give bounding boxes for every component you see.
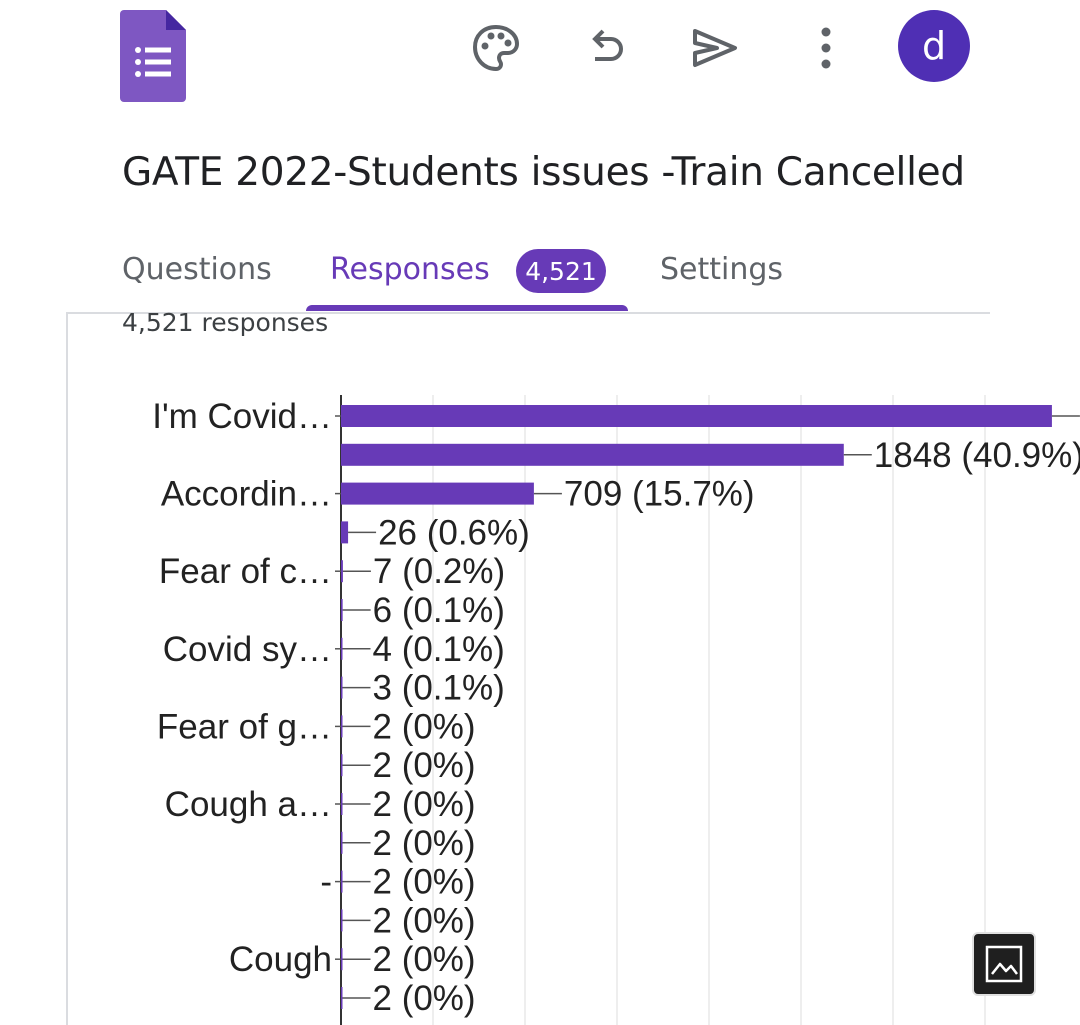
chart-data-label: 4 (0.1%)	[373, 630, 505, 669]
chart-data-label: 7 (0.2%)	[373, 552, 505, 591]
chart-data-label: 6 (0.1%)	[373, 591, 505, 630]
chart-bar	[341, 482, 534, 505]
chart-category-label: Accordin…	[161, 475, 332, 514]
chart-bar	[341, 909, 343, 932]
chart-bar	[341, 443, 844, 466]
chart-bar	[341, 870, 343, 893]
chart-data-label: 2 (0%)	[373, 785, 476, 824]
chart-data-label: 2 (0%)	[373, 824, 476, 863]
image-icon[interactable]	[972, 932, 1036, 996]
chart-bar	[341, 793, 343, 815]
chart-category-label: Cough	[229, 940, 332, 979]
chart-data-label: 709 (15.7%)	[564, 475, 755, 514]
chart-data-label: 26 (0.6%)	[378, 513, 530, 552]
chart-data-label: 2 (0%)	[373, 707, 476, 746]
chart-data-label: 2 (0%)	[373, 940, 476, 979]
chart-data-label: 1848 (40.9%)	[874, 436, 1080, 475]
responses-bar-chart: 2613 (5I'm Covid…1848 (40.9%)709 (15.7%)…	[152, 395, 1080, 1025]
chart-category-label: Cough a…	[165, 785, 332, 824]
chart-bar	[341, 676, 343, 699]
chart-data-label: 2 (0%)	[373, 863, 476, 902]
chart-data-label: 3 (0.1%)	[373, 669, 505, 708]
chart-bar	[341, 715, 343, 738]
chart-category-label: -	[320, 863, 332, 902]
chart-bar	[341, 521, 349, 544]
chart-data-label: 2 (0%)	[373, 901, 476, 940]
chart-bar	[341, 599, 343, 621]
chart-bar	[341, 637, 343, 660]
chart-category-label: Fear of c…	[159, 552, 332, 591]
chart-category-label: Covid sy…	[163, 630, 332, 669]
chart-data-label: 2 (0%)	[373, 979, 476, 1018]
chart-bar	[341, 987, 343, 1009]
chart-bar	[341, 405, 1052, 427]
chart-bar	[341, 831, 343, 854]
chart-data-label: 2 (0%)	[373, 746, 476, 785]
chart-bar	[341, 948, 343, 971]
chart-category-label: I'm Covid…	[152, 397, 332, 436]
chart-category-label: Fear of g…	[157, 707, 332, 746]
chart-bar	[341, 754, 343, 777]
chart-bar	[341, 560, 343, 583]
